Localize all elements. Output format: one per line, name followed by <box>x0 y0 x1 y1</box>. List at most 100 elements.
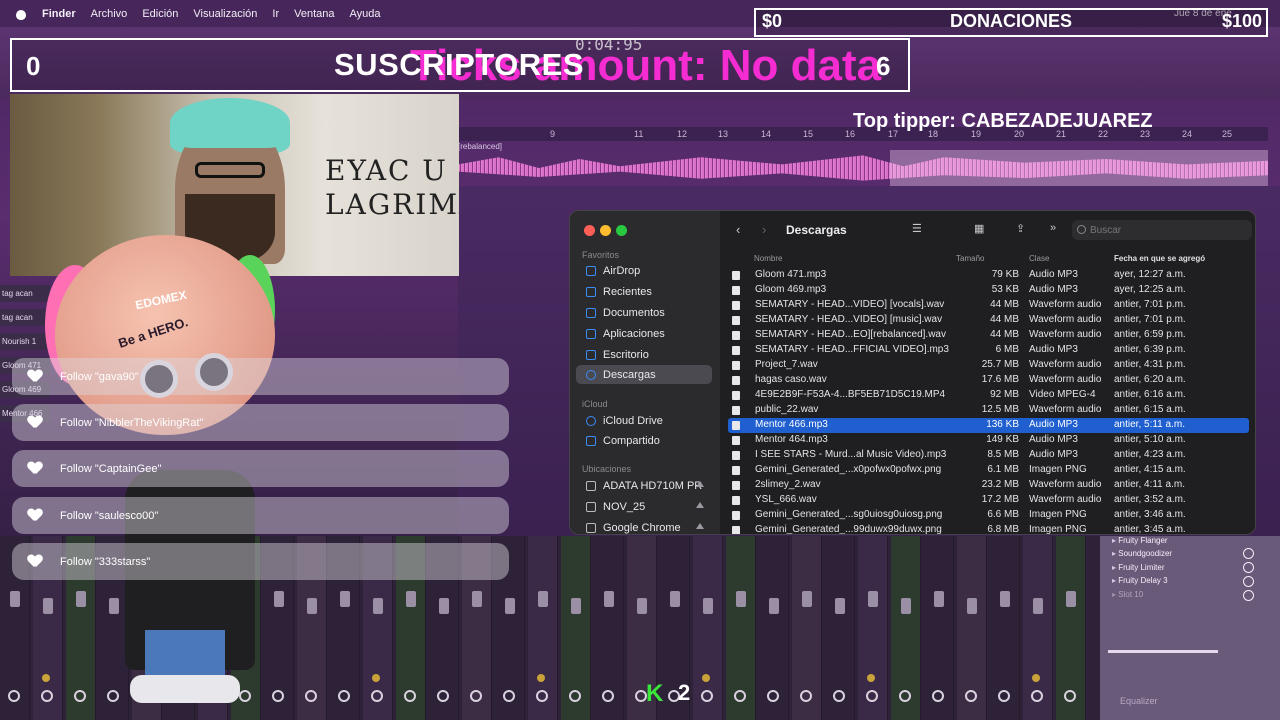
column-header-fecha[interactable]: Fecha en que se agregó <box>1114 254 1205 263</box>
mixer-channel[interactable] <box>957 536 987 720</box>
volume-fader[interactable] <box>571 598 581 614</box>
mixer-channel[interactable] <box>792 536 822 720</box>
sidebar-item-aplicaciones[interactable]: Aplicaciones <box>576 324 712 343</box>
column-header-nombre[interactable]: Nombre <box>754 254 782 263</box>
pan-knob-icon[interactable] <box>437 690 449 702</box>
volume-fader[interactable] <box>868 591 878 607</box>
sidebar-item-documentos[interactable]: Documentos <box>576 303 712 322</box>
eq-curve[interactable] <box>1108 650 1218 653</box>
mixer-channel[interactable] <box>561 536 591 720</box>
mixer-channel[interactable] <box>528 536 558 720</box>
mixer-channel[interactable] <box>594 536 624 720</box>
volume-fader[interactable] <box>373 598 383 614</box>
pan-knob-icon[interactable] <box>338 690 350 702</box>
fx-toggle-icon[interactable] <box>1243 590 1254 601</box>
file-row[interactable]: hagas caso.wav 17.6 MB Waveform audio antie… <box>728 373 1249 388</box>
file-row[interactable]: public_22.wav 12.5 MB Waveform audio antier… <box>728 403 1249 418</box>
volume-fader[interactable] <box>307 598 317 614</box>
more-chevron-icon[interactable]: » <box>1050 222 1056 234</box>
pan-knob-icon[interactable] <box>1064 690 1076 702</box>
fx-toggle-icon[interactable] <box>1243 548 1254 559</box>
mixer-channel[interactable] <box>1023 536 1053 720</box>
fx-toggle-icon[interactable] <box>1243 562 1254 573</box>
track-name[interactable]: tag acan <box>0 285 50 302</box>
mixer-channel[interactable] <box>1056 536 1086 720</box>
mixer-channel[interactable] <box>924 536 954 720</box>
mixer-channel[interactable] <box>759 536 789 720</box>
pan-knob-icon[interactable] <box>998 690 1010 702</box>
sidebar-item-airdrop[interactable]: AirDrop <box>576 261 712 280</box>
pan-knob-icon[interactable] <box>404 690 416 702</box>
pan-knob-icon[interactable] <box>503 690 515 702</box>
file-row[interactable]: SEMATARY - HEAD...FFICIAL VIDEO].mp3 6 MB… <box>728 343 1249 358</box>
mixer-channel[interactable] <box>693 536 723 720</box>
volume-fader[interactable] <box>538 591 548 607</box>
volume-fader[interactable] <box>769 598 779 614</box>
column-header-tamano[interactable]: Tamaño <box>956 254 984 263</box>
pan-knob-icon[interactable] <box>734 690 746 702</box>
volume-fader[interactable] <box>901 598 911 614</box>
volume-fader[interactable] <box>967 598 977 614</box>
eject-icon[interactable] <box>696 523 704 529</box>
file-row[interactable]: Gemini_Generated_...sg0uiosg0uiosg.png 6.… <box>728 508 1249 523</box>
forward-chevron-icon[interactable]: › <box>762 222 766 237</box>
pan-knob-icon[interactable] <box>569 690 581 702</box>
pan-knob-icon[interactable] <box>470 690 482 702</box>
menu-visualizacion[interactable]: Visualización <box>193 8 257 20</box>
volume-fader[interactable] <box>340 591 350 607</box>
file-row[interactable]: Gemini_Generated_...99duwx99duwx.png 6.8 … <box>728 523 1249 534</box>
sidebar-item-nov25[interactable]: NOV_25 <box>576 497 712 516</box>
volume-fader[interactable] <box>736 591 746 607</box>
mixer-channel[interactable] <box>891 536 921 720</box>
volume-fader[interactable] <box>406 591 416 607</box>
sidebar-item-escritorio[interactable]: Escritorio <box>576 345 712 364</box>
track-name[interactable]: Nourish 1 <box>0 333 50 350</box>
pan-knob-icon[interactable] <box>767 690 779 702</box>
fx-slot[interactable]: Fruity Limiter <box>1112 563 1164 572</box>
sidebar-item-adata[interactable]: ADATA HD710M PR <box>576 476 712 495</box>
file-row[interactable]: Project_7.wav 25.7 MB Waveform audio antier… <box>728 358 1249 373</box>
list-view-icon[interactable]: ☰ <box>912 222 922 235</box>
file-row[interactable]: 4E9E2B9F-F53A-4...BF5EB71D5C19.MP4 92 MB V… <box>728 388 1249 403</box>
pan-knob-icon[interactable] <box>305 690 317 702</box>
volume-fader[interactable] <box>1033 598 1043 614</box>
mixer-channel[interactable] <box>726 536 756 720</box>
sidebar-item-descargas[interactable]: Descargas <box>576 365 712 384</box>
volume-fader[interactable] <box>637 598 647 614</box>
menu-edicion[interactable]: Edición <box>142 8 178 20</box>
pan-knob-icon[interactable] <box>965 690 977 702</box>
file-row[interactable]: SEMATARY - HEAD...EO][rebalanced].wav 44 … <box>728 328 1249 343</box>
volume-fader[interactable] <box>802 591 812 607</box>
file-row[interactable]: 2slimey_2.wav 23.2 MB Waveform audio antier… <box>728 478 1249 493</box>
file-row[interactable]: I SEE STARS - Murd...al Music Video).mp3… <box>728 448 1249 463</box>
volume-fader[interactable] <box>1066 591 1076 607</box>
sidebar-item-icloud-drive[interactable]: iCloud Drive <box>576 411 712 430</box>
close-button[interactable] <box>584 225 595 236</box>
volume-fader[interactable] <box>934 591 944 607</box>
file-row[interactable]: Gemini_Generated_...x0pofwx0pofwx.png 6.1… <box>728 463 1249 478</box>
eject-icon[interactable] <box>696 481 704 487</box>
share-icon[interactable]: ⇪ <box>1016 222 1025 235</box>
apple-icon[interactable] <box>14 7 28 21</box>
file-row[interactable]: Gloom 469.mp3 53 KB Audio MP3 ayer, 12:25 a… <box>728 283 1249 298</box>
file-row[interactable]: Gloom 471.mp3 79 KB Audio MP3 ayer, 12:27 a… <box>728 268 1249 283</box>
file-row[interactable]: SEMATARY - HEAD...VIDEO] [music].wav 44 M… <box>728 313 1249 328</box>
fx-slot[interactable]: Fruity Delay 3 <box>1112 576 1167 585</box>
menu-ir[interactable]: Ir <box>272 8 279 20</box>
fx-slot[interactable]: Fruity Flanger <box>1112 536 1167 545</box>
volume-fader[interactable] <box>274 591 284 607</box>
volume-fader[interactable] <box>1000 591 1010 607</box>
volume-fader[interactable] <box>439 598 449 614</box>
fx-slot[interactable]: Soundgoodizer <box>1112 549 1172 558</box>
volume-fader[interactable] <box>604 591 614 607</box>
menu-ventana[interactable]: Ventana <box>294 8 334 20</box>
mixer-channel[interactable] <box>825 536 855 720</box>
pan-knob-icon[interactable] <box>8 690 20 702</box>
group-grid-icon[interactable]: ▦ <box>974 222 984 235</box>
sidebar-item-recientes[interactable]: Recientes <box>576 282 712 301</box>
volume-fader[interactable] <box>10 591 20 607</box>
menu-app-finder[interactable]: Finder <box>42 8 76 20</box>
column-header-clase[interactable]: Clase <box>1029 254 1049 263</box>
menu-ayuda[interactable]: Ayuda <box>350 8 381 20</box>
fx-toggle-icon[interactable] <box>1243 576 1254 587</box>
